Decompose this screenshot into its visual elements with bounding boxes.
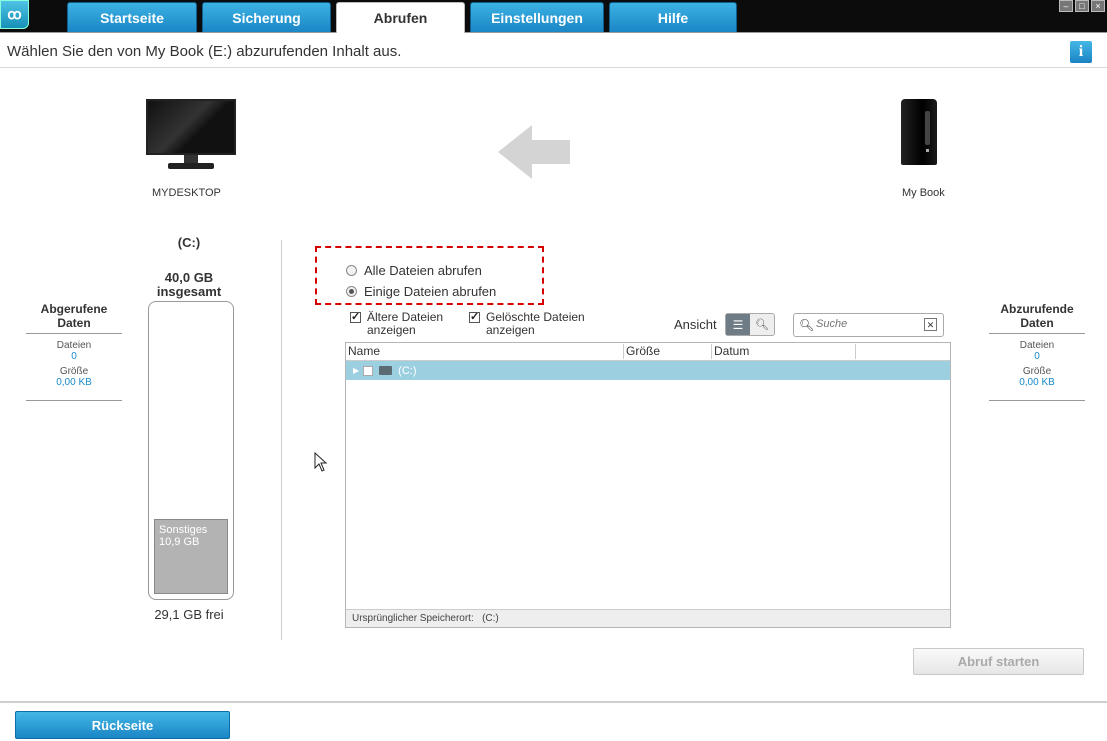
- radio-button-selected-icon[interactable]: [346, 286, 357, 297]
- deleted-files-checkbox[interactable]: ✓ Gelöschte Dateien anzeigen: [469, 311, 585, 337]
- radio-some-files-label: Einige Dateien abrufen: [364, 284, 497, 299]
- retrieved-files-label: Dateien: [56, 340, 92, 351]
- checkbox-checked-icon[interactable]: ✓: [350, 312, 361, 323]
- file-table: Name Größe Datum ▶ (C:) Ursprünglicher S…: [345, 342, 951, 628]
- view-label: Ansicht: [674, 317, 717, 332]
- tab-abrufen[interactable]: Abrufen: [336, 2, 465, 33]
- used-space-value: 10,9 GB: [159, 536, 200, 548]
- info-icon[interactable]: i: [1070, 41, 1092, 63]
- older-files-label-line1: Ältere Dateien: [367, 310, 444, 324]
- retrieved-size-value: 0,00 KB: [56, 377, 92, 388]
- computer-monitor-icon: [146, 99, 236, 174]
- tab-startseite[interactable]: Startseite: [67, 2, 197, 32]
- column-header-date[interactable]: Datum: [712, 344, 856, 359]
- radio-all-files[interactable]: Alle Dateien abrufen: [346, 263, 482, 278]
- to-retrieve-size-label: Größe: [1022, 366, 1052, 377]
- deleted-files-label-line2: anzeigen: [486, 323, 535, 337]
- back-button[interactable]: Rückseite: [15, 711, 230, 739]
- app-logo-icon[interactable]: ꝏ: [0, 0, 29, 29]
- window-controls: – □ ×: [1059, 0, 1105, 12]
- retrieved-files-value: 0: [71, 351, 77, 362]
- source-drive-label: (C:): [177, 235, 201, 250]
- vertical-divider: [281, 240, 282, 640]
- view-toggle[interactable]: ☰ 🔍︎: [725, 313, 775, 336]
- page-subtitle: Wählen Sie den von My Book (E:) abzurufe…: [7, 43, 402, 60]
- used-space-segment: Sonstiges 10,9 GB: [154, 519, 228, 594]
- radio-button-icon[interactable]: [346, 265, 357, 276]
- source-total-size: 40,0 GB: [164, 270, 214, 285]
- table-row[interactable]: ▶ (C:): [346, 361, 950, 380]
- to-retrieve-size-value: 0,00 KB: [1019, 377, 1055, 388]
- row-checkbox[interactable]: [363, 365, 374, 376]
- retrieved-size-label: Größe: [59, 366, 89, 377]
- search-icon: 🔍︎: [799, 318, 815, 332]
- top-navigation-bar: ꝏ Startseite Sicherung Abrufen Einstellu…: [0, 0, 1107, 33]
- radio-some-files[interactable]: Einige Dateien abrufen: [346, 284, 496, 299]
- original-location-value: (C:): [482, 613, 499, 624]
- deleted-files-label-line1: Gelöschte Dateien: [486, 310, 585, 324]
- expand-arrow-icon[interactable]: ▶: [353, 366, 359, 375]
- to-retrieve-data-title: Abzurufende Daten: [989, 302, 1085, 334]
- external-drive-icon: [901, 99, 937, 165]
- older-files-label-line2: anzeigen: [367, 323, 416, 337]
- tab-hilfe[interactable]: Hilfe: [609, 2, 737, 32]
- arrow-left-icon: [498, 125, 570, 179]
- maximize-icon[interactable]: □: [1075, 0, 1089, 12]
- original-location-label: Ursprünglicher Speicherort:: [352, 613, 474, 624]
- to-retrieve-files-label: Dateien: [1019, 340, 1055, 351]
- column-header-name[interactable]: Name: [346, 344, 624, 359]
- drive-usage-bar: Sonstiges 10,9 GB: [148, 301, 234, 600]
- search-input[interactable]: [814, 317, 918, 331]
- column-header-size[interactable]: Größe: [624, 344, 712, 359]
- footer-divider: [0, 701, 1107, 703]
- row-name: (C:): [398, 364, 417, 377]
- source-device-name: MYDESKTOP: [152, 187, 221, 199]
- mouse-cursor-icon: [314, 452, 328, 472]
- to-retrieve-data-panel: Abzurufende Daten Dateien 0 Größe 0,00 K…: [977, 302, 1097, 401]
- table-footer: Ursprünglicher Speicherort: (C:): [346, 609, 950, 627]
- close-icon[interactable]: ×: [1091, 0, 1105, 12]
- tab-sicherung[interactable]: Sicherung: [202, 2, 331, 32]
- source-total-label: insgesamt: [156, 284, 222, 299]
- minimize-icon[interactable]: –: [1059, 0, 1073, 12]
- search-view-icon[interactable]: 🔍︎: [750, 314, 774, 335]
- used-space-label: Sonstiges: [159, 524, 208, 536]
- folder-icon: [379, 366, 393, 375]
- to-retrieve-files-value: 0: [1034, 351, 1040, 362]
- table-header: Name Größe Datum: [346, 343, 950, 361]
- free-space-label: 29,1 GB frei: [154, 607, 224, 622]
- list-view-icon[interactable]: ☰: [726, 314, 750, 335]
- panel-divider: [989, 400, 1085, 401]
- search-box[interactable]: 🔍︎ ✕: [793, 313, 944, 337]
- panel-divider: [26, 400, 122, 401]
- retrieved-data-panel: Abgerufene Daten Dateien 0 Größe 0,00 KB: [14, 302, 134, 401]
- header-divider: [0, 67, 1107, 68]
- clear-search-icon[interactable]: ✕: [924, 318, 937, 331]
- radio-all-files-label: Alle Dateien abrufen: [364, 263, 482, 278]
- older-files-checkbox[interactable]: ✓ Ältere Dateien anzeigen: [350, 311, 443, 337]
- retrieved-data-title: Abgerufene Daten: [26, 302, 122, 334]
- tab-einstellungen[interactable]: Einstellungen: [470, 2, 604, 32]
- start-retrieval-button[interactable]: Abruf starten: [913, 648, 1084, 675]
- target-device-name: My Book: [902, 187, 945, 199]
- checkbox-checked-icon[interactable]: ✓: [469, 312, 480, 323]
